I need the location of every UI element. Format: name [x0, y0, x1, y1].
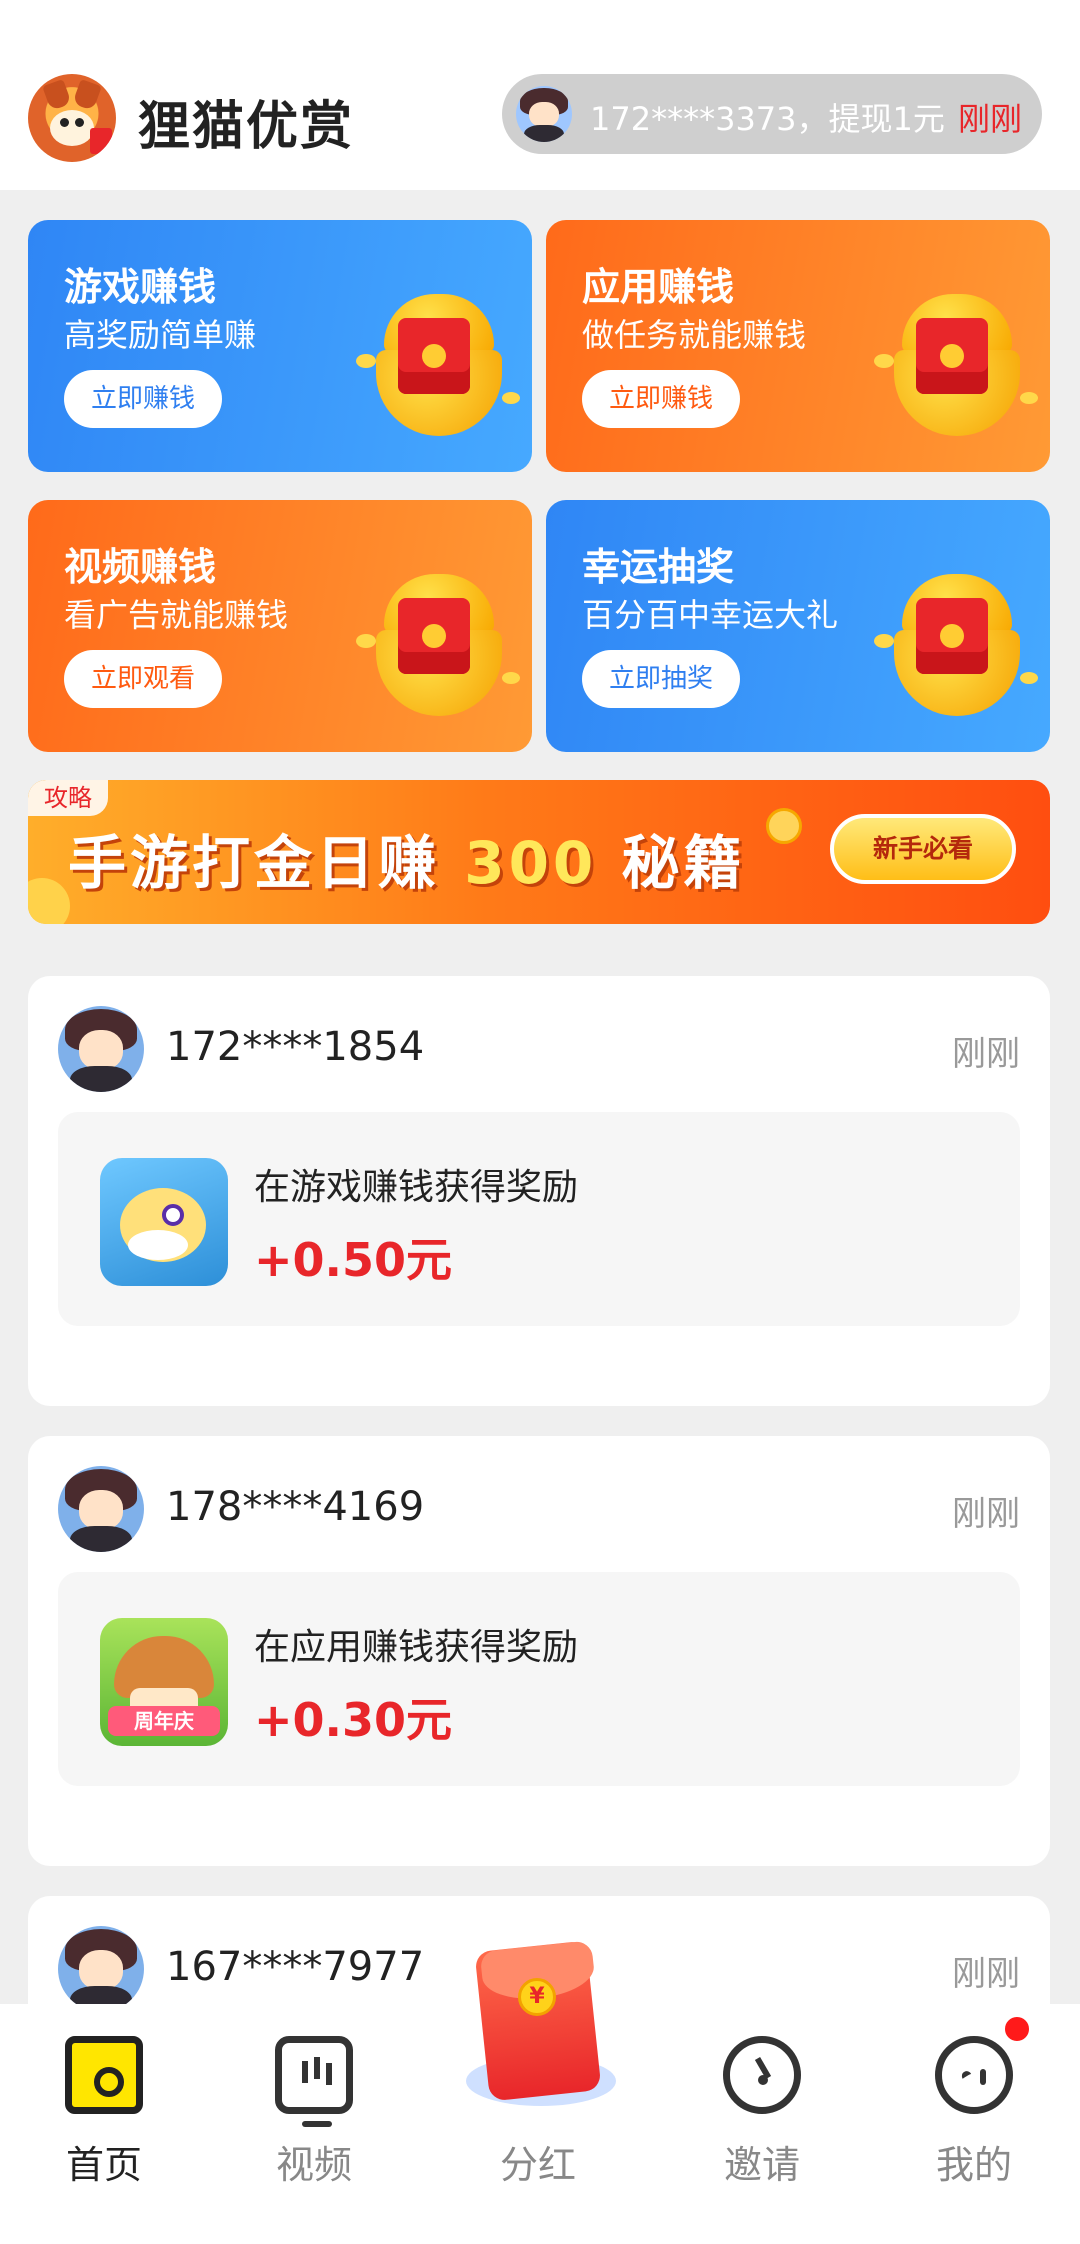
mushroom-app-icon: 周年庆 [100, 1618, 228, 1746]
avatar [58, 1926, 144, 2012]
home-icon [65, 2036, 143, 2114]
notification-badge [1002, 2014, 1032, 2044]
withdraw-ticker[interactable]: 172****3373，提现1元 刚刚 [502, 74, 1042, 154]
feed-time: 刚刚 [952, 1954, 1020, 1994]
feed-item: 178****4169 刚刚 周年庆 在应用赚钱获得奖励 +0.30元 [28, 1436, 1050, 1866]
strategy-banner[interactable]: 攻略 手游打金日赚 300 秘籍 新手必看 [28, 780, 1050, 924]
watch-now-button[interactable]: 立即观看 [64, 650, 222, 708]
banner-tag: 攻略 [28, 780, 108, 816]
card-subtitle: 看广告就能赚钱 [64, 596, 289, 634]
ticker-time: 刚刚 [957, 100, 1022, 138]
app-title: 狸猫优赏 [138, 97, 355, 157]
nav-mine[interactable]: 我的 [884, 2004, 1064, 2244]
avatar [58, 1006, 144, 1092]
yuan-coin-icon: ¥ [518, 1978, 556, 2016]
card-subtitle: 百分百中幸运大礼 [582, 596, 839, 634]
ticker-text: 172****3373，提现1元 [590, 100, 945, 138]
app-logo [28, 74, 116, 162]
red-envelope-icon[interactable]: ¥ [466, 1940, 616, 2106]
pufferfish-game-icon [100, 1158, 228, 1286]
gold-pot-icon [356, 574, 520, 724]
reward-amount: +0.50元 [254, 1233, 453, 1287]
nav-label: 分红 [499, 2143, 576, 2187]
reward-box: 在游戏赚钱获得奖励 +0.50元 [58, 1112, 1020, 1326]
feed-time: 刚刚 [952, 1034, 1020, 1074]
profile-icon [935, 2036, 1013, 2114]
reward-description: 在应用赚钱获得奖励 [254, 1627, 579, 1668]
card-title: 幸运抽奖 [582, 545, 735, 589]
banner-text-before: 手游打金日赚 [68, 829, 441, 897]
nav-invite[interactable]: 邀请 [672, 2004, 852, 2244]
avatar [516, 86, 572, 142]
avatar [58, 1466, 144, 1552]
invite-icon [723, 2036, 801, 2114]
nav-home[interactable]: 首页 [14, 2004, 194, 2244]
duck-icon [28, 878, 70, 924]
coin-icon [766, 808, 802, 844]
card-title: 应用赚钱 [582, 265, 735, 309]
reward-description: 在游戏赚钱获得奖励 [254, 1167, 579, 1208]
gold-pot-icon [356, 294, 520, 444]
banner-number: 300 [464, 829, 598, 897]
nav-label: 视频 [275, 2143, 352, 2187]
card-app-earn[interactable]: 应用赚钱 做任务就能赚钱 立即赚钱 [546, 220, 1050, 472]
feed-username: 178****4169 [166, 1484, 425, 1530]
card-subtitle: 做任务就能赚钱 [582, 316, 807, 354]
nav-label: 我的 [935, 2143, 1012, 2187]
tv-icon [275, 2036, 353, 2127]
card-subtitle: 高奖励简单赚 [64, 316, 257, 354]
card-video-earn[interactable]: 视频赚钱 看广告就能赚钱 立即观看 [28, 500, 532, 752]
gold-pot-icon [874, 574, 1038, 724]
newbie-guide-button[interactable]: 新手必看 [830, 814, 1016, 884]
banner-text-after: 秘籍 [621, 829, 746, 897]
icon-ribbon-label: 周年庆 [108, 1706, 220, 1736]
card-title: 游戏赚钱 [64, 265, 217, 309]
feed-username: 172****1854 [166, 1024, 425, 1070]
nav-label: 邀请 [723, 2143, 800, 2187]
app-header: 狸猫优赏 172****3373，提现1元 刚刚 [0, 0, 1080, 190]
feed-time: 刚刚 [952, 1494, 1020, 1534]
nav-label: 首页 [65, 2143, 142, 2187]
earn-now-button[interactable]: 立即赚钱 [64, 370, 222, 428]
banner-headline: 手游打金日赚 300 秘籍 [68, 816, 746, 900]
gold-pot-icon [874, 294, 1038, 444]
card-lucky-draw[interactable]: 幸运抽奖 百分百中幸运大礼 立即抽奖 [546, 500, 1050, 752]
nav-video[interactable]: 视频 [224, 2004, 404, 2244]
card-title: 视频赚钱 [64, 545, 217, 589]
earn-now-button[interactable]: 立即赚钱 [582, 370, 740, 428]
draw-now-button[interactable]: 立即抽奖 [582, 650, 740, 708]
card-game-earn[interactable]: 游戏赚钱 高奖励简单赚 立即赚钱 [28, 220, 532, 472]
feed-item: 172****1854 刚刚 在游戏赚钱获得奖励 +0.50元 [28, 976, 1050, 1406]
reward-box: 周年庆 在应用赚钱获得奖励 +0.30元 [58, 1572, 1020, 1786]
feed-username: 167****7977 [166, 1944, 425, 1990]
reward-amount: +0.30元 [254, 1693, 453, 1747]
